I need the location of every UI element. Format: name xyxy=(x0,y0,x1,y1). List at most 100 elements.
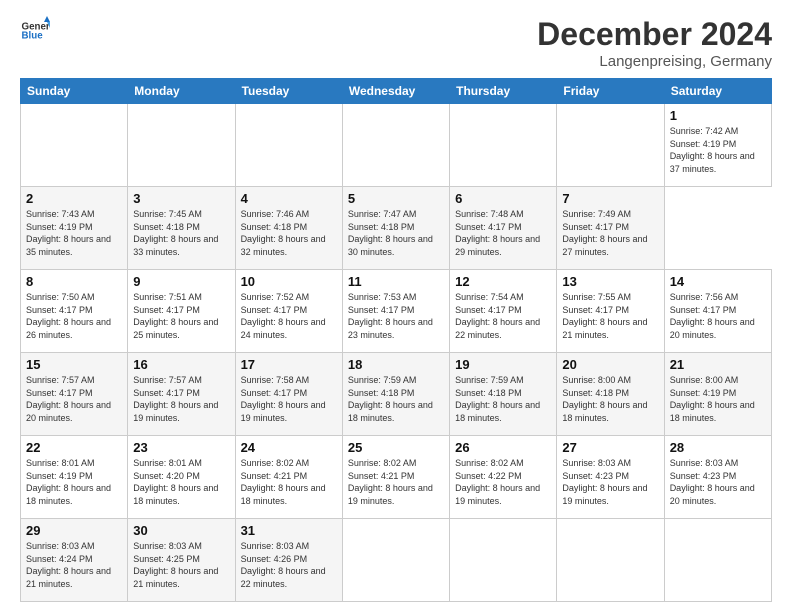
calendar-day-cell: 6 Sunrise: 7:48 AMSunset: 4:17 PMDayligh… xyxy=(450,187,557,270)
calendar-week-row: 1 Sunrise: 7:42 AMSunset: 4:19 PMDayligh… xyxy=(21,104,772,187)
calendar-day-cell: 4 Sunrise: 7:46 AMSunset: 4:18 PMDayligh… xyxy=(235,187,342,270)
day-info: Sunrise: 7:54 AMSunset: 4:17 PMDaylight:… xyxy=(455,292,540,340)
day-number: 7 xyxy=(562,191,658,206)
calendar-day-cell: 31 Sunrise: 8:03 AMSunset: 4:26 PMDaylig… xyxy=(235,519,342,602)
calendar-empty-cell xyxy=(557,519,664,602)
calendar-day-cell: 21 Sunrise: 8:00 AMSunset: 4:19 PMDaylig… xyxy=(664,353,771,436)
calendar-day-cell: 11 Sunrise: 7:53 AMSunset: 4:17 PMDaylig… xyxy=(342,270,449,353)
day-info: Sunrise: 8:03 AMSunset: 4:26 PMDaylight:… xyxy=(241,541,326,589)
calendar-day-cell: 26 Sunrise: 8:02 AMSunset: 4:22 PMDaylig… xyxy=(450,436,557,519)
calendar-day-cell: 20 Sunrise: 8:00 AMSunset: 4:18 PMDaylig… xyxy=(557,353,664,436)
day-number: 4 xyxy=(241,191,337,206)
day-info: Sunrise: 7:45 AMSunset: 4:18 PMDaylight:… xyxy=(133,209,218,257)
calendar-day-cell: 24 Sunrise: 8:02 AMSunset: 4:21 PMDaylig… xyxy=(235,436,342,519)
day-info: Sunrise: 8:03 AMSunset: 4:25 PMDaylight:… xyxy=(133,541,218,589)
calendar-day-cell: 17 Sunrise: 7:58 AMSunset: 4:17 PMDaylig… xyxy=(235,353,342,436)
calendar-day-cell: 19 Sunrise: 7:59 AMSunset: 4:18 PMDaylig… xyxy=(450,353,557,436)
day-info: Sunrise: 8:02 AMSunset: 4:21 PMDaylight:… xyxy=(241,458,326,506)
day-number: 26 xyxy=(455,440,551,455)
calendar-day-cell: 29 Sunrise: 8:03 AMSunset: 4:24 PMDaylig… xyxy=(21,519,128,602)
day-info: Sunrise: 8:02 AMSunset: 4:21 PMDaylight:… xyxy=(348,458,433,506)
calendar-header-cell: Sunday xyxy=(21,79,128,104)
day-info: Sunrise: 7:52 AMSunset: 4:17 PMDaylight:… xyxy=(241,292,326,340)
day-info: Sunrise: 8:00 AMSunset: 4:19 PMDaylight:… xyxy=(670,375,755,423)
day-info: Sunrise: 7:50 AMSunset: 4:17 PMDaylight:… xyxy=(26,292,111,340)
day-number: 5 xyxy=(348,191,444,206)
calendar-day-cell: 14 Sunrise: 7:56 AMSunset: 4:17 PMDaylig… xyxy=(664,270,771,353)
day-info: Sunrise: 7:57 AMSunset: 4:17 PMDaylight:… xyxy=(133,375,218,423)
day-info: Sunrise: 8:00 AMSunset: 4:18 PMDaylight:… xyxy=(562,375,647,423)
title-block: December 2024 Langenpreising, Germany xyxy=(537,16,772,70)
day-number: 17 xyxy=(241,357,337,372)
day-info: Sunrise: 7:49 AMSunset: 4:17 PMDaylight:… xyxy=(562,209,647,257)
day-number: 29 xyxy=(26,523,122,538)
day-number: 1 xyxy=(670,108,766,123)
svg-text:Blue: Blue xyxy=(22,31,44,42)
day-info: Sunrise: 7:46 AMSunset: 4:18 PMDaylight:… xyxy=(241,209,326,257)
day-number: 28 xyxy=(670,440,766,455)
calendar-header-cell: Thursday xyxy=(450,79,557,104)
calendar-header-cell: Saturday xyxy=(664,79,771,104)
calendar-empty-cell xyxy=(450,104,557,187)
day-info: Sunrise: 8:01 AMSunset: 4:20 PMDaylight:… xyxy=(133,458,218,506)
calendar-day-cell: 18 Sunrise: 7:59 AMSunset: 4:18 PMDaylig… xyxy=(342,353,449,436)
day-number: 14 xyxy=(670,274,766,289)
day-info: Sunrise: 8:02 AMSunset: 4:22 PMDaylight:… xyxy=(455,458,540,506)
calendar-header-cell: Wednesday xyxy=(342,79,449,104)
day-info: Sunrise: 7:51 AMSunset: 4:17 PMDaylight:… xyxy=(133,292,218,340)
calendar-empty-cell xyxy=(128,104,235,187)
calendar-day-cell: 7 Sunrise: 7:49 AMSunset: 4:17 PMDayligh… xyxy=(557,187,664,270)
location-title: Langenpreising, Germany xyxy=(537,53,772,70)
day-info: Sunrise: 7:57 AMSunset: 4:17 PMDaylight:… xyxy=(26,375,111,423)
calendar-header-row: SundayMondayTuesdayWednesdayThursdayFrid… xyxy=(21,79,772,104)
calendar-day-cell: 25 Sunrise: 8:02 AMSunset: 4:21 PMDaylig… xyxy=(342,436,449,519)
day-number: 24 xyxy=(241,440,337,455)
calendar-week-row: 15 Sunrise: 7:57 AMSunset: 4:17 PMDaylig… xyxy=(21,353,772,436)
day-number: 10 xyxy=(241,274,337,289)
calendar-week-row: 29 Sunrise: 8:03 AMSunset: 4:24 PMDaylig… xyxy=(21,519,772,602)
day-info: Sunrise: 7:53 AMSunset: 4:17 PMDaylight:… xyxy=(348,292,433,340)
calendar-day-cell: 8 Sunrise: 7:50 AMSunset: 4:17 PMDayligh… xyxy=(21,270,128,353)
day-info: Sunrise: 7:58 AMSunset: 4:17 PMDaylight:… xyxy=(241,375,326,423)
day-number: 21 xyxy=(670,357,766,372)
calendar-day-cell: 13 Sunrise: 7:55 AMSunset: 4:17 PMDaylig… xyxy=(557,270,664,353)
day-info: Sunrise: 7:55 AMSunset: 4:17 PMDaylight:… xyxy=(562,292,647,340)
day-info: Sunrise: 7:56 AMSunset: 4:17 PMDaylight:… xyxy=(670,292,755,340)
day-number: 6 xyxy=(455,191,551,206)
calendar-day-cell: 1 Sunrise: 7:42 AMSunset: 4:19 PMDayligh… xyxy=(664,104,771,187)
calendar-day-cell: 2 Sunrise: 7:43 AMSunset: 4:19 PMDayligh… xyxy=(21,187,128,270)
day-number: 3 xyxy=(133,191,229,206)
day-info: Sunrise: 7:48 AMSunset: 4:17 PMDaylight:… xyxy=(455,209,540,257)
calendar-empty-cell xyxy=(450,519,557,602)
logo: General Blue xyxy=(20,16,50,46)
day-number: 13 xyxy=(562,274,658,289)
calendar-empty-cell xyxy=(342,519,449,602)
day-info: Sunrise: 8:03 AMSunset: 4:23 PMDaylight:… xyxy=(670,458,755,506)
day-number: 16 xyxy=(133,357,229,372)
day-number: 9 xyxy=(133,274,229,289)
calendar-table: SundayMondayTuesdayWednesdayThursdayFrid… xyxy=(20,78,772,602)
day-number: 8 xyxy=(26,274,122,289)
calendar-day-cell: 3 Sunrise: 7:45 AMSunset: 4:18 PMDayligh… xyxy=(128,187,235,270)
calendar-day-cell: 22 Sunrise: 8:01 AMSunset: 4:19 PMDaylig… xyxy=(21,436,128,519)
day-number: 30 xyxy=(133,523,229,538)
calendar-day-cell: 9 Sunrise: 7:51 AMSunset: 4:17 PMDayligh… xyxy=(128,270,235,353)
day-number: 2 xyxy=(26,191,122,206)
calendar-day-cell: 28 Sunrise: 8:03 AMSunset: 4:23 PMDaylig… xyxy=(664,436,771,519)
calendar-day-cell: 12 Sunrise: 7:54 AMSunset: 4:17 PMDaylig… xyxy=(450,270,557,353)
calendar-week-row: 8 Sunrise: 7:50 AMSunset: 4:17 PMDayligh… xyxy=(21,270,772,353)
day-info: Sunrise: 7:59 AMSunset: 4:18 PMDaylight:… xyxy=(348,375,433,423)
day-number: 25 xyxy=(348,440,444,455)
day-number: 22 xyxy=(26,440,122,455)
logo-icon: General Blue xyxy=(20,16,50,46)
calendar-day-cell: 10 Sunrise: 7:52 AMSunset: 4:17 PMDaylig… xyxy=(235,270,342,353)
calendar-header-cell: Monday xyxy=(128,79,235,104)
day-number: 27 xyxy=(562,440,658,455)
day-number: 12 xyxy=(455,274,551,289)
calendar-page: General Blue December 2024 Langenpreisin… xyxy=(0,0,792,612)
day-info: Sunrise: 7:47 AMSunset: 4:18 PMDaylight:… xyxy=(348,209,433,257)
day-number: 31 xyxy=(241,523,337,538)
day-info: Sunrise: 8:01 AMSunset: 4:19 PMDaylight:… xyxy=(26,458,111,506)
day-info: Sunrise: 8:03 AMSunset: 4:24 PMDaylight:… xyxy=(26,541,111,589)
calendar-empty-cell xyxy=(235,104,342,187)
